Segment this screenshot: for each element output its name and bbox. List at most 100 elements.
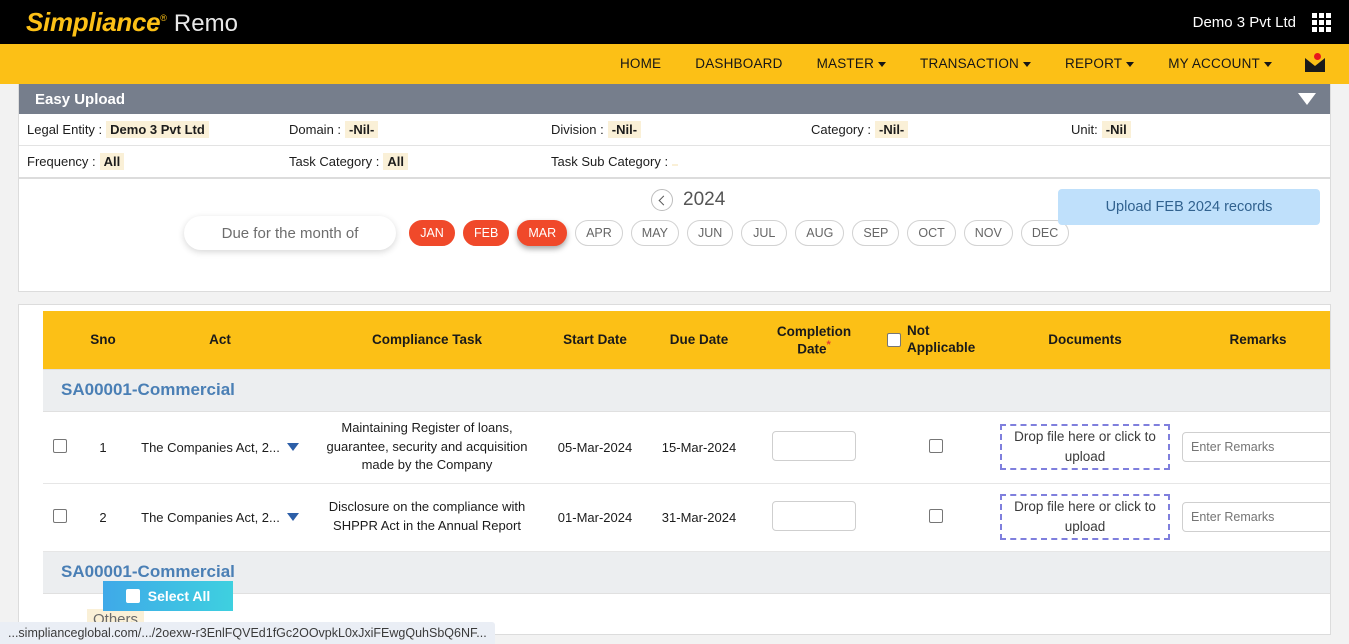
header-remarks: Remarks [1175,311,1331,369]
chevron-down-icon [878,62,886,67]
year-navigator: 2024 [651,189,725,211]
filter-domain: Domain : -Nil- [289,121,551,138]
filter-value: -Nil- [875,121,908,138]
row-start-date: 01-Mar-2024 [543,483,647,551]
filter-value: -Nil [1102,121,1131,138]
file-dropzone[interactable]: Drop file here or click to upload [1000,494,1170,540]
notification-dot [1314,53,1321,60]
panel-title: Easy Upload [35,91,125,108]
filter-label: Legal Entity : [27,122,102,137]
filter-division: Division : -Nil- [551,121,811,138]
chevron-down-icon[interactable] [1298,93,1316,105]
filter-row-1: Legal Entity : Demo 3 Pvt Ltd Domain : -… [19,114,1330,146]
month-pill-feb[interactable]: FEB [463,220,509,246]
filter-label: Task Sub Category : [551,154,668,169]
nav-item-report[interactable]: REPORT [1048,44,1151,84]
nav-item-master[interactable]: MASTER [800,44,903,84]
group-title: SA00001-Commercial [47,380,235,399]
filter-label: Frequency : [27,154,96,169]
table-row: 1 The Companies Act, 2... Maintaining Re… [43,411,1331,483]
month-pill-oct[interactable]: OCT [907,220,955,246]
header-compliance-task: Compliance Task [311,311,543,369]
row-act: The Companies Act, 2... [129,483,311,551]
filter-unit: Unit: -Nil [1071,121,1131,138]
group-header-cell: SA00001-Commercial [43,369,1331,411]
row-compliance-task: Maintaining Register of loans, guarantee… [311,411,543,483]
filter-legal-entity: Legal Entity : Demo 3 Pvt Ltd [27,121,289,138]
main-navigation: HOME DASHBOARD MASTER TRANSACTION REPORT… [0,44,1349,84]
brand-logo[interactable]: Simpliance® Remo [26,7,238,38]
chevron-down-icon[interactable] [287,443,299,451]
row-act: The Companies Act, 2... [129,411,311,483]
month-pill-jun[interactable]: JUN [687,220,733,246]
month-pill-may[interactable]: MAY [631,220,679,246]
table-row: 2 The Companies Act, 2... Disclosure on … [43,483,1331,551]
due-for-month-label: Due for the month of [184,216,396,250]
chevron-down-icon [1264,62,1272,67]
completion-date-input[interactable] [772,431,856,461]
month-pill-sep[interactable]: SEP [852,220,899,246]
filter-value: All [383,153,408,170]
compliance-table-card: Sno Act Compliance Task Start Date Due D… [18,304,1331,635]
month-pill-nov[interactable]: NOV [964,220,1013,246]
nav-item-dashboard[interactable]: DASHBOARD [678,44,799,84]
month-pill-row: Due for the month of JAN FEB MAR APR MAY… [184,216,1077,250]
chevron-left-icon[interactable] [651,189,673,211]
group-title: SA00001-Commercial [47,562,235,581]
header-select [43,311,77,369]
select-all-checkbox[interactable] [126,589,140,603]
header-not-applicable: NotApplicable [877,311,995,369]
nav-item-transaction[interactable]: TRANSACTION [903,44,1048,84]
not-applicable-checkbox[interactable] [929,509,943,523]
month-pill-jul[interactable]: JUL [741,220,787,246]
nav-item-home[interactable]: HOME [603,44,678,84]
filter-label: Domain : [289,122,341,137]
filter-task-sub-category: Task Sub Category : [551,154,678,169]
chevron-down-icon[interactable] [287,513,299,521]
completion-date-line1: Completion [755,324,873,339]
row-checkbox[interactable] [53,439,67,453]
filter-label: Category : [811,122,871,137]
month-pill-mar[interactable]: MAR [517,220,567,246]
page-body: Easy Upload Legal Entity : Demo 3 Pvt Lt… [0,84,1349,644]
month-pill-apr[interactable]: APR [575,220,623,246]
file-dropzone[interactable]: Drop file here or click to upload [1000,424,1170,470]
company-name: Demo 3 Pvt Ltd [1193,14,1296,31]
header-sno: Sno [77,311,129,369]
remarks-input[interactable] [1182,502,1331,532]
filter-label: Division : [551,122,604,137]
nav-item-my-account[interactable]: MY ACCOUNT [1151,44,1289,84]
row-documents-cell: Drop file here or click to upload [995,483,1175,551]
not-applicable-label: NotApplicable [907,323,975,357]
year-label: 2024 [683,189,725,211]
apps-grid-icon[interactable] [1312,13,1331,32]
row-not-applicable-cell [877,483,995,551]
month-pill-jan[interactable]: JAN [409,220,455,246]
remarks-input[interactable] [1182,432,1331,462]
not-applicable-checkbox[interactable] [929,439,943,453]
upload-records-button[interactable]: Upload FEB 2024 records [1058,189,1320,225]
select-all-button[interactable]: Select All [103,581,233,611]
completion-date-input[interactable] [772,501,856,531]
status-url: ...simplianceglobal.com/.../2oexw-r3EnlF… [8,626,487,640]
month-pill-aug[interactable]: AUG [795,220,844,246]
not-applicable-select-all-checkbox[interactable] [887,333,901,347]
row-select-cell [43,483,77,551]
mail-envelope-icon[interactable] [1305,53,1327,75]
act-name: The Companies Act, 2... [141,510,280,525]
envelope-shape [1305,58,1325,72]
easy-upload-panel: Easy Upload Legal Entity : Demo 3 Pvt Lt… [18,84,1331,179]
header-documents: Documents [995,311,1175,369]
row-checkbox[interactable] [53,509,67,523]
nav-label-my-account: MY ACCOUNT [1168,56,1260,71]
registered-trademark-icon: ® [160,13,167,23]
chevron-down-icon [1023,62,1031,67]
row-completion-date-cell [751,411,877,483]
group-header-row-1: SA00001-Commercial [43,369,1331,411]
header-completion-date: Completion Date* [751,311,877,369]
row-not-applicable-cell [877,411,995,483]
compliance-table: Sno Act Compliance Task Start Date Due D… [43,311,1331,594]
row-due-date: 15-Mar-2024 [647,411,751,483]
row-remarks-cell [1175,483,1331,551]
easy-upload-header: Easy Upload [19,84,1330,114]
